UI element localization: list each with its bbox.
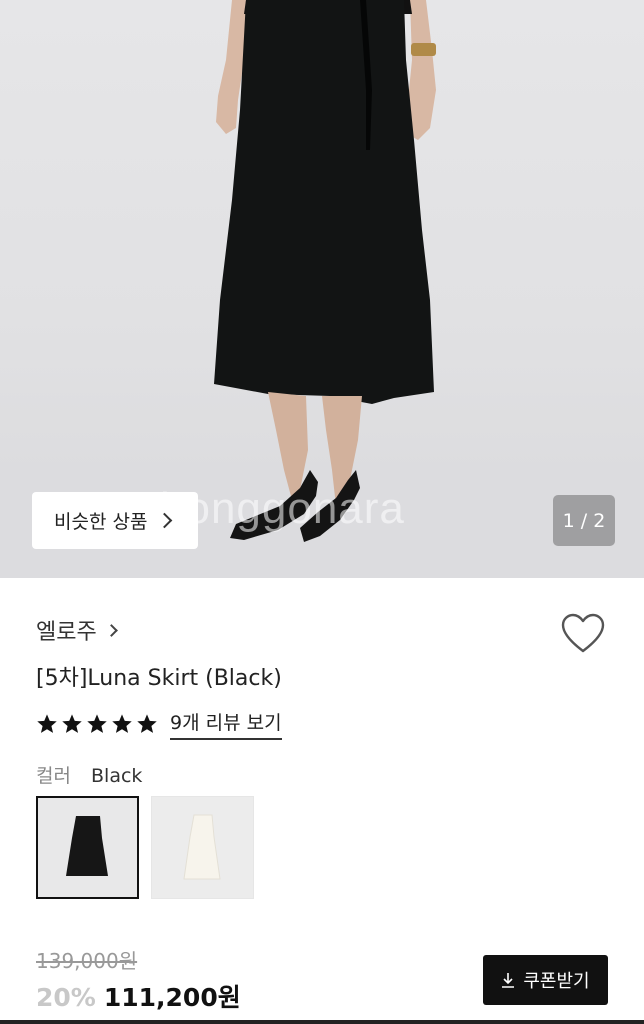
similar-products-label: 비슷한 상품 — [54, 511, 148, 533]
review-link[interactable]: 9개 리뷰 보기 — [170, 708, 282, 740]
coupon-download-button[interactable]: 쿠폰받기 — [483, 955, 608, 1005]
skirt-thumbnail-black — [66, 816, 108, 876]
star-rating — [36, 713, 158, 735]
download-icon — [502, 973, 515, 988]
similar-products-button[interactable]: 비슷한 상품 — [32, 492, 198, 549]
star-icon — [62, 714, 82, 733]
color-swatch-black[interactable] — [36, 796, 139, 899]
original-price: 139,000원 — [36, 949, 138, 973]
product-title: [5차]Luna Skirt (Black) — [36, 666, 282, 691]
color-swatch-ivory[interactable] — [151, 796, 254, 899]
sale-price: 111,200원 — [103, 983, 241, 1012]
coupon-label: 쿠폰받기 — [523, 971, 590, 992]
brand-link[interactable]: 엘로주 — [36, 614, 118, 646]
star-icon — [37, 714, 57, 733]
star-icon — [87, 714, 107, 733]
bottom-divider — [0, 1020, 644, 1024]
rating-row: 9개 리뷰 보기 — [36, 708, 282, 740]
chevron-right-icon — [104, 623, 118, 637]
color-value: Black — [91, 765, 143, 787]
image-page-indicator: 1 / 2 — [553, 495, 615, 546]
color-label: 컬러 — [36, 765, 71, 787]
heart-icon[interactable] — [561, 613, 605, 655]
product-image-gallery[interactable]: bonggonara 비슷한 상품 1 / 2 — [0, 0, 644, 578]
brand-name: 엘로주 — [36, 620, 97, 645]
price-row: 20% 111,200원 — [36, 978, 241, 1014]
color-selection-row: 컬러 Black — [36, 761, 142, 788]
skirt-thumbnail-ivory — [183, 814, 221, 880]
star-icon — [112, 714, 132, 733]
star-icon — [137, 714, 157, 733]
chevron-right-icon — [157, 512, 173, 529]
discount-rate: 20% — [36, 983, 96, 1012]
